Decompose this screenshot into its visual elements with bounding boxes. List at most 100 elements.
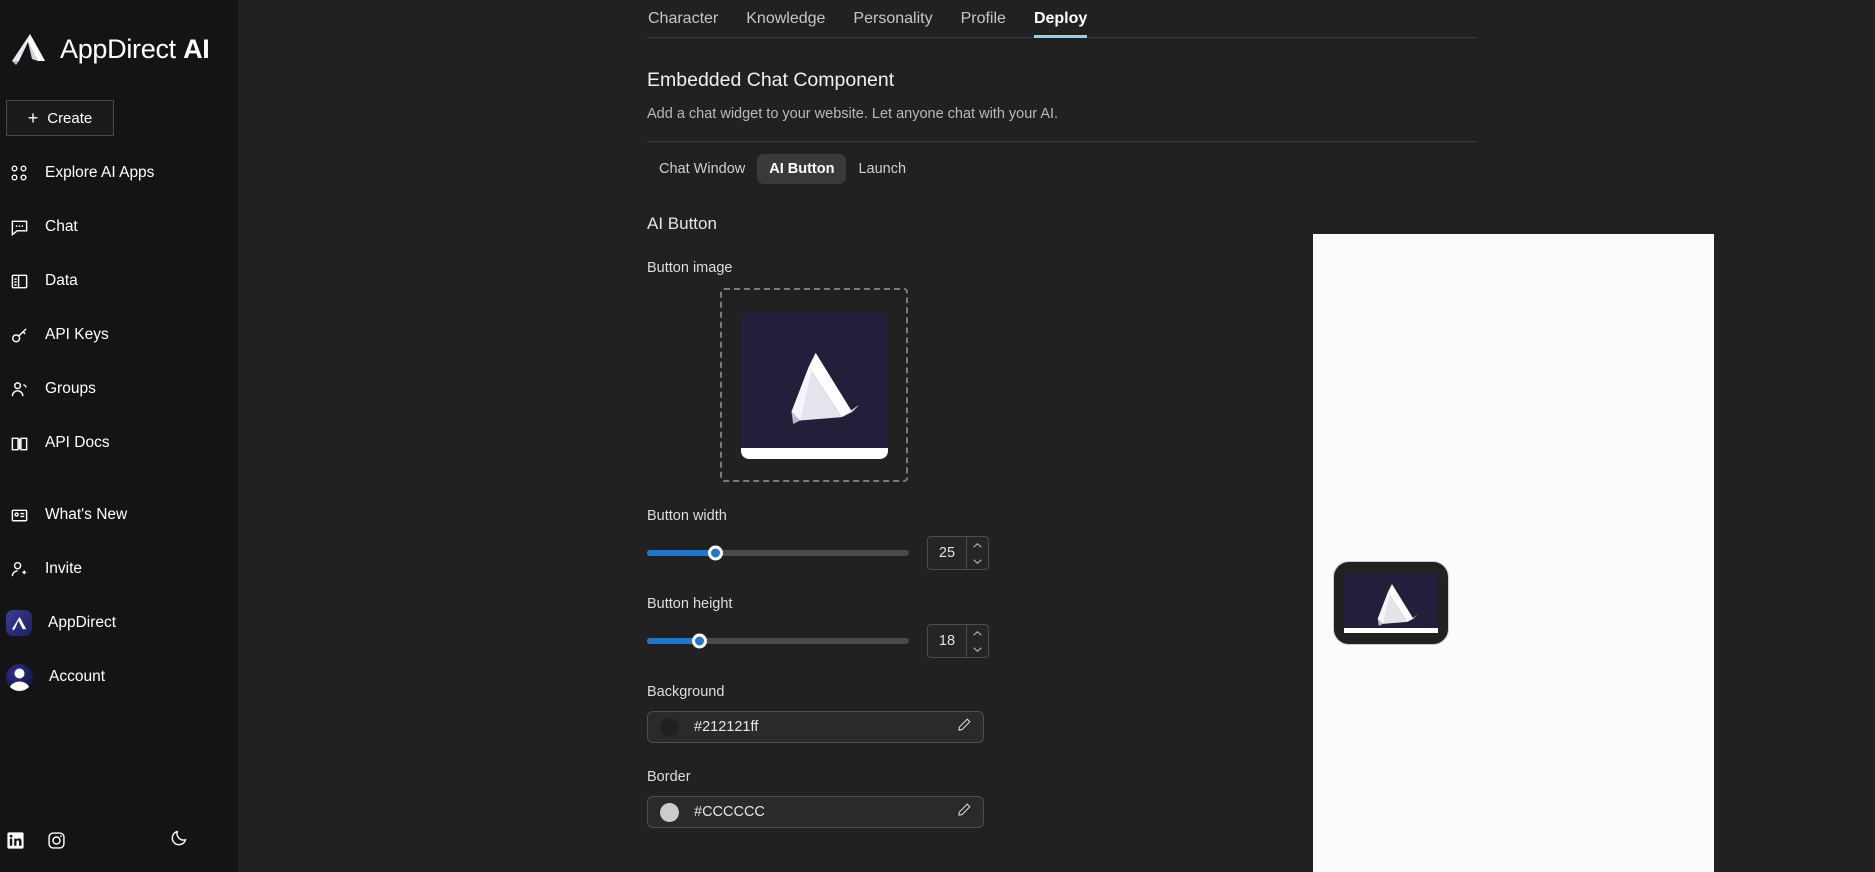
pencil-icon[interactable] bbox=[957, 802, 972, 822]
section-title: Embedded Chat Component bbox=[647, 69, 895, 91]
create-button-label: Create bbox=[47, 109, 93, 127]
sidebar-item-whats-new[interactable]: What's New bbox=[0, 500, 238, 530]
button-width-row: 25 bbox=[647, 536, 1077, 570]
brand-label: AppDirect AI bbox=[60, 33, 210, 65]
slider-fill bbox=[647, 550, 716, 556]
background-color-value[interactable]: #212121ff bbox=[694, 719, 942, 735]
image-underbar bbox=[740, 447, 888, 459]
linkedin-icon[interactable] bbox=[6, 831, 25, 850]
sidebar-item-appdirect[interactable]: AppDirect bbox=[0, 608, 238, 638]
button-image-preview bbox=[740, 311, 888, 459]
background-color-field[interactable]: #212121ff bbox=[647, 711, 984, 743]
appdirect-logo-icon bbox=[10, 31, 50, 67]
chevron-up-icon[interactable] bbox=[967, 625, 988, 641]
section-subtitle: Add a chat widget to your website. Let a… bbox=[647, 106, 1059, 122]
stepper-arrows bbox=[966, 537, 988, 569]
sidebar-footer bbox=[0, 828, 238, 852]
button-height-row: 18 bbox=[647, 624, 1077, 658]
tab-character[interactable]: Character bbox=[648, 10, 718, 37]
border-label: Border bbox=[647, 769, 691, 785]
sidebar-nav-primary: Explore AI Apps Chat Data API Keys Group… bbox=[0, 158, 238, 458]
panel-title: AI Button bbox=[647, 214, 717, 233]
sidebar-item-data[interactable]: Data bbox=[0, 266, 238, 296]
appdirect-logo-icon bbox=[1377, 584, 1418, 626]
sidebar-item-groups[interactable]: Groups bbox=[0, 374, 238, 404]
plus-icon: + bbox=[27, 108, 39, 128]
sidebar-item-label: Account bbox=[49, 668, 106, 685]
slider-thumb[interactable] bbox=[691, 633, 707, 649]
sidebar-item-label: API Keys bbox=[45, 326, 109, 343]
sidebar-item-api-keys[interactable]: API Keys bbox=[0, 320, 238, 350]
appdirect-logo-icon bbox=[791, 352, 860, 424]
avatar-icon bbox=[6, 663, 33, 691]
sidebar-item-label: What's New bbox=[45, 506, 128, 523]
database-table-icon bbox=[9, 271, 29, 291]
subtab-bar: Chat Window AI Button Launch bbox=[647, 154, 1477, 184]
sidebar-item-label: Groups bbox=[45, 380, 96, 397]
button-height-stepper[interactable]: 18 bbox=[927, 624, 989, 658]
sidebar-item-account[interactable]: Account bbox=[0, 662, 238, 692]
brand[interactable]: AppDirect AI bbox=[0, 0, 238, 72]
grid-apps-icon bbox=[9, 163, 29, 183]
border-color-swatch[interactable] bbox=[660, 802, 679, 822]
book-icon bbox=[9, 433, 29, 453]
sidebar-item-label: Invite bbox=[45, 560, 83, 577]
sidebar-nav-secondary: What's New Invite AppDirect Account bbox=[0, 500, 238, 692]
tab-bar: Character Knowledge Personality Profile … bbox=[647, 0, 1477, 38]
image-underbar bbox=[1344, 628, 1438, 633]
background-label: Background bbox=[647, 684, 725, 700]
sidebar: AppDirect AI + Create Explore AI Apps Ch… bbox=[0, 0, 238, 872]
sidebar-item-label: Data bbox=[45, 272, 78, 289]
button-width-label: Button width bbox=[647, 508, 727, 524]
preview-ai-button[interactable] bbox=[1333, 561, 1449, 645]
subtab-launch[interactable]: Launch bbox=[846, 154, 918, 184]
subtab-chat-window[interactable]: Chat Window bbox=[647, 154, 757, 184]
sidebar-item-explore-ai-apps[interactable]: Explore AI Apps bbox=[0, 158, 238, 188]
create-button[interactable]: + Create bbox=[6, 100, 114, 136]
brand-name: AppDirect bbox=[60, 33, 176, 64]
button-image-dropzone[interactable] bbox=[720, 288, 908, 482]
button-height-value[interactable]: 18 bbox=[928, 625, 966, 657]
slider-thumb[interactable] bbox=[707, 545, 723, 561]
chevron-up-icon[interactable] bbox=[967, 537, 988, 553]
moon-icon[interactable] bbox=[170, 828, 189, 852]
button-height-label: Button height bbox=[647, 596, 733, 612]
users-icon bbox=[9, 379, 29, 399]
instagram-icon[interactable] bbox=[47, 831, 66, 850]
button-width-value[interactable]: 25 bbox=[928, 537, 966, 569]
subtab-ai-button[interactable]: AI Button bbox=[757, 154, 847, 184]
border-color-value[interactable]: #CCCCCC bbox=[694, 804, 942, 820]
sidebar-item-label: AppDirect bbox=[48, 614, 117, 631]
news-card-icon bbox=[9, 505, 29, 525]
button-height-slider[interactable] bbox=[647, 633, 909, 649]
stepper-arrows bbox=[966, 625, 988, 657]
border-color-field[interactable]: #CCCCCC bbox=[647, 796, 984, 828]
tab-knowledge[interactable]: Knowledge bbox=[746, 10, 825, 37]
main-area: Character Knowledge Personality Profile … bbox=[238, 0, 1875, 872]
preview-button-image bbox=[1344, 573, 1438, 633]
chevron-down-icon[interactable] bbox=[967, 553, 988, 569]
sidebar-item-invite[interactable]: Invite bbox=[0, 554, 238, 584]
chevron-down-icon[interactable] bbox=[967, 641, 988, 657]
pencil-icon[interactable] bbox=[957, 717, 972, 737]
sidebar-item-label: Explore AI Apps bbox=[45, 164, 155, 181]
sidebar-item-chat[interactable]: Chat bbox=[0, 212, 238, 242]
sidebar-item-api-docs[interactable]: API Docs bbox=[0, 428, 238, 458]
button-image-label: Button image bbox=[647, 260, 733, 276]
button-width-stepper[interactable]: 25 bbox=[927, 536, 989, 570]
settings-column: AI Button Button image Button width 25 B… bbox=[647, 184, 1077, 828]
button-width-slider[interactable] bbox=[647, 545, 909, 561]
user-plus-icon bbox=[9, 559, 29, 579]
key-icon bbox=[9, 325, 29, 345]
tab-deploy[interactable]: Deploy bbox=[1033, 10, 1088, 38]
background-color-swatch[interactable] bbox=[660, 717, 679, 737]
section-divider bbox=[647, 141, 1477, 142]
brand-suffix: AI bbox=[183, 33, 210, 64]
sidebar-item-label: API Docs bbox=[45, 434, 110, 451]
chat-bubble-icon bbox=[9, 217, 29, 237]
tab-personality[interactable]: Personality bbox=[853, 10, 932, 37]
sidebar-item-label: Chat bbox=[45, 218, 78, 235]
appdirect-tile-icon bbox=[6, 610, 32, 636]
widget-preview-panel bbox=[1313, 234, 1714, 872]
tab-profile[interactable]: Profile bbox=[961, 10, 1006, 37]
